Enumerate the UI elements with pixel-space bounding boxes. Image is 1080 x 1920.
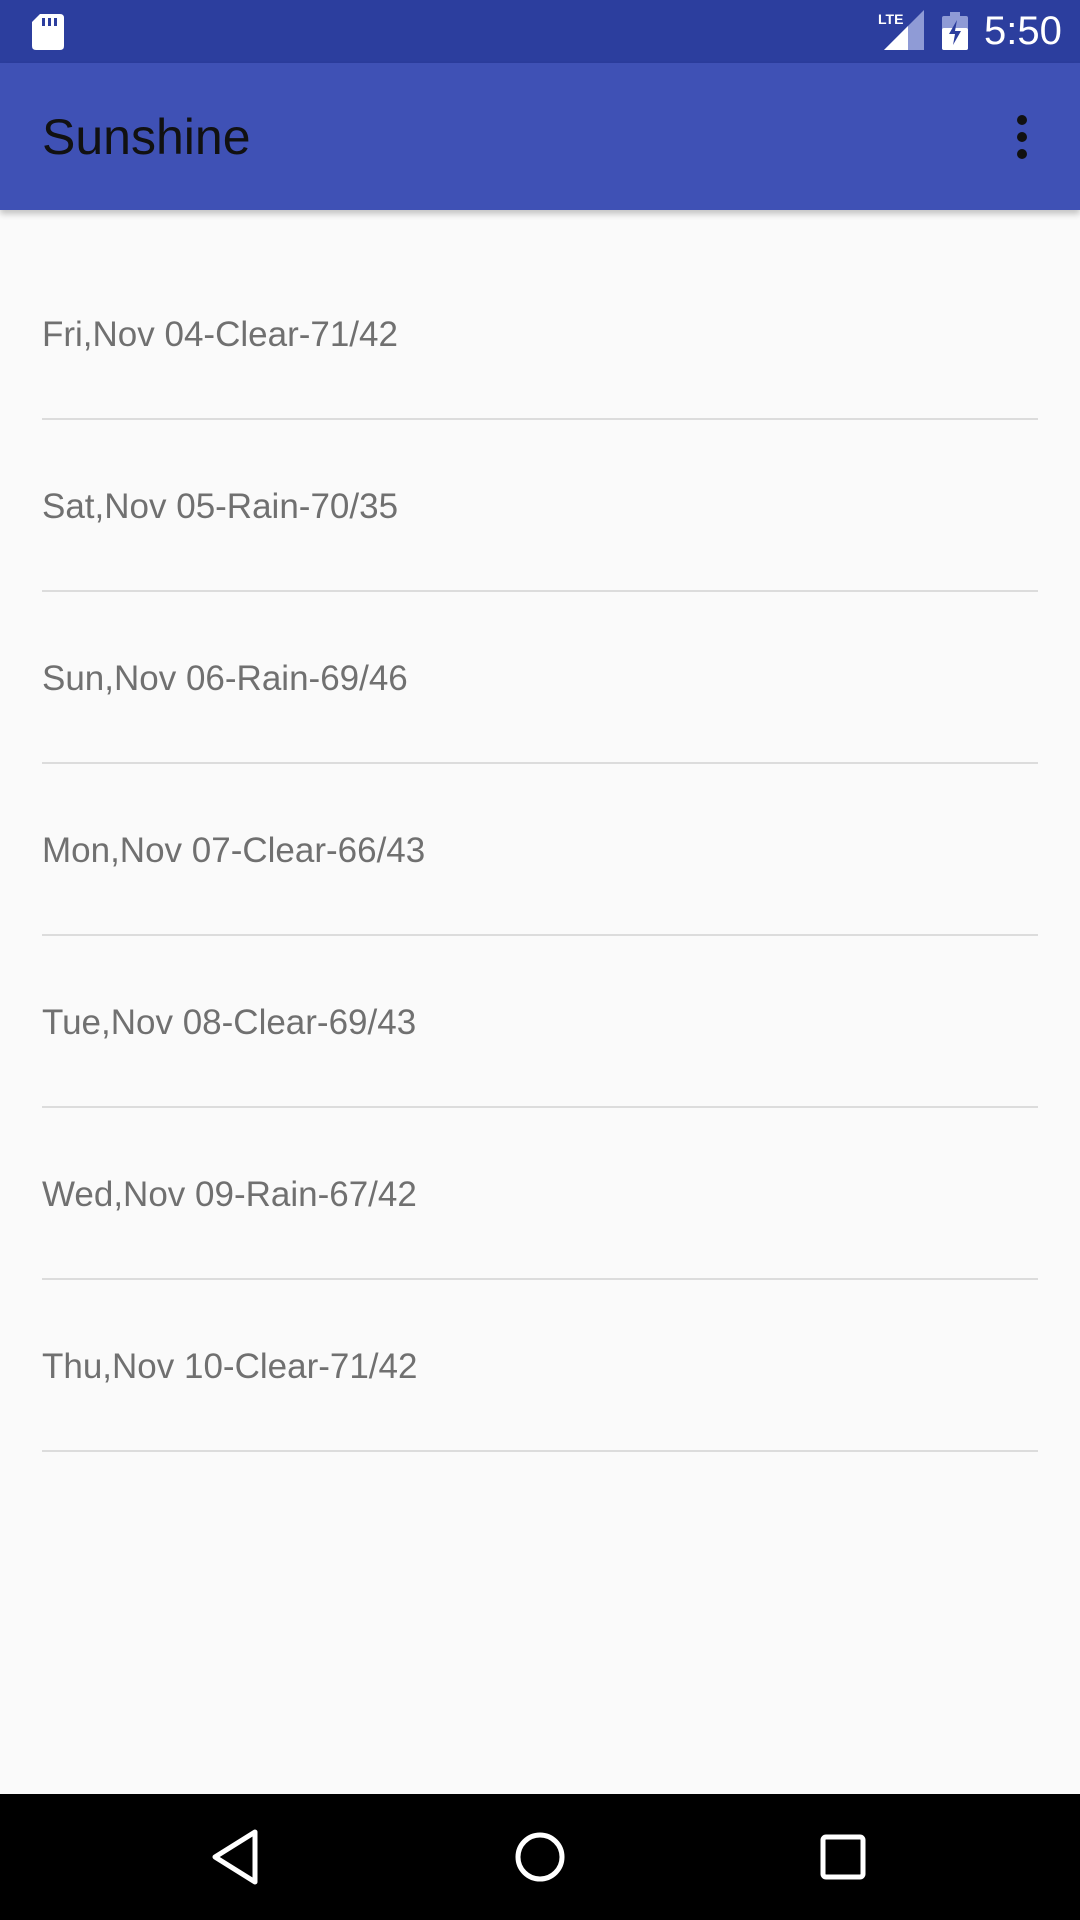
- forecast-label: Mon,Nov 07-Clear-66/43: [42, 831, 426, 870]
- forecast-list: Fri,Nov 04-Clear-71/42 Sat,Nov 05-Rain-7…: [0, 210, 1080, 1452]
- battery-charging-icon: [942, 12, 968, 50]
- home-icon[interactable]: [505, 1822, 575, 1892]
- list-item[interactable]: Sun,Nov 06-Rain-69/46: [42, 592, 1038, 764]
- list-item[interactable]: Tue,Nov 08-Clear-69/43: [42, 936, 1038, 1108]
- more-vert-icon[interactable]: [1000, 107, 1044, 167]
- forecast-label: Wed,Nov 09-Rain-67/42: [42, 1175, 417, 1214]
- screen: LTE 5:50 Sunshine Fri,Nov 04-Clear-71/42…: [0, 0, 1080, 1920]
- forecast-label: Tue,Nov 08-Clear-69/43: [42, 1003, 417, 1042]
- network-type-label: LTE: [878, 11, 903, 27]
- forecast-label: Sat,Nov 05-Rain-70/35: [42, 487, 399, 526]
- list-item[interactable]: Fri,Nov 04-Clear-71/42: [42, 210, 1038, 420]
- list-item[interactable]: Thu,Nov 10-Clear-71/42: [42, 1280, 1038, 1452]
- forecast-label: Sun,Nov 06-Rain-69/46: [42, 659, 408, 698]
- list-item[interactable]: Sat,Nov 05-Rain-70/35: [42, 420, 1038, 592]
- forecast-label: Thu,Nov 10-Clear-71/42: [42, 1347, 418, 1386]
- list-item[interactable]: Mon,Nov 07-Clear-66/43: [42, 764, 1038, 936]
- sd-card-icon: [32, 14, 64, 50]
- app-title: Sunshine: [42, 109, 251, 165]
- lte-signal-icon: LTE: [878, 10, 924, 50]
- status-bar: LTE 5:50: [0, 0, 1080, 63]
- recents-icon[interactable]: [808, 1822, 878, 1892]
- navigation-bar: [0, 1794, 1080, 1920]
- forecast-label: Fri,Nov 04-Clear-71/42: [42, 315, 398, 354]
- app-bar: Sunshine: [0, 63, 1080, 210]
- back-icon[interactable]: [201, 1822, 271, 1892]
- status-time: 5:50: [984, 9, 1062, 53]
- list-item[interactable]: Wed,Nov 09-Rain-67/42: [42, 1108, 1038, 1280]
